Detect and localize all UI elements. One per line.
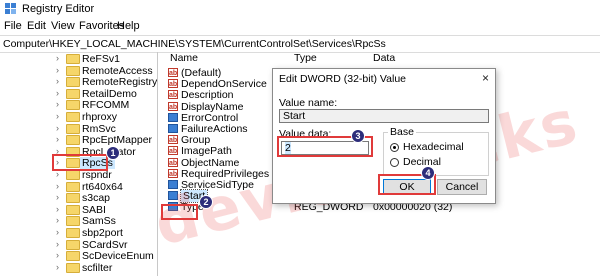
chevron-right-icon[interactable]: ›: [56, 215, 64, 225]
folder-icon: [66, 100, 80, 111]
column-data-header[interactable]: Data: [373, 52, 395, 66]
folder-icon: [66, 77, 80, 88]
value-name-text: Start: [283, 110, 306, 122]
string-value-icon: ab: [168, 168, 178, 178]
chevron-right-icon[interactable]: ›: [56, 111, 64, 121]
folder-icon: [66, 65, 80, 76]
step-badge-1: 1: [106, 146, 120, 160]
folder-icon: [66, 54, 80, 64]
tree-item-scfilter[interactable]: › scfilter: [0, 261, 157, 275]
folder-icon: [66, 239, 80, 250]
chevron-right-icon[interactable]: ›: [56, 134, 64, 144]
chevron-right-icon[interactable]: ›: [56, 204, 64, 214]
folder-icon: [66, 88, 80, 99]
string-value-icon: ab: [168, 79, 178, 89]
folder-icon: [66, 262, 80, 273]
column-name-header[interactable]: Name: [170, 52, 198, 66]
chevron-right-icon[interactable]: ›: [56, 99, 64, 109]
base-group: Base Hexadecimal Decimal: [383, 126, 489, 176]
decimal-radio[interactable]: [390, 158, 399, 167]
chevron-right-icon[interactable]: ›: [56, 76, 64, 86]
folder-icon: [66, 146, 80, 157]
menu-bar: File Edit View Favorites Help: [0, 18, 600, 35]
decimal-label[interactable]: Decimal: [403, 156, 441, 168]
close-icon[interactable]: ×: [482, 71, 489, 85]
chevron-right-icon[interactable]: ›: [56, 239, 64, 249]
address-bar[interactable]: Computer\HKEY_LOCAL_MACHINE\SYSTEM\Curre…: [0, 35, 600, 53]
chevron-right-icon[interactable]: ›: [56, 169, 64, 179]
edit-dword-dialog: Edit DWORD (32-bit) Value × Value name: …: [272, 68, 496, 204]
chevron-right-icon[interactable]: ›: [56, 192, 64, 202]
binary-value-icon: [168, 124, 178, 133]
hexadecimal-radio[interactable]: [390, 143, 399, 152]
binary-value-icon: [168, 180, 178, 189]
chevron-right-icon[interactable]: ›: [56, 123, 64, 133]
value-name-label: Value name:: [279, 97, 338, 109]
binary-value-icon: [168, 112, 178, 122]
menu-view[interactable]: View: [51, 20, 75, 32]
chevron-right-icon[interactable]: ›: [56, 227, 64, 237]
chevron-right-icon[interactable]: ›: [56, 250, 64, 260]
step-badge-3: 3: [351, 129, 365, 143]
menu-file[interactable]: File: [4, 20, 22, 32]
window-title: Registry Editor: [22, 3, 95, 15]
folder-icon: [66, 193, 80, 204]
folder-icon: [66, 216, 80, 227]
folder-icon: [66, 135, 80, 146]
folder-icon: [66, 123, 80, 134]
menu-help[interactable]: Help: [117, 20, 140, 32]
value-data-input[interactable]: 2: [281, 141, 369, 155]
tree-item-label: scfilter: [82, 261, 113, 274]
cancel-button[interactable]: Cancel: [437, 179, 487, 195]
step-badge-2: 2: [199, 195, 213, 209]
chevron-right-icon[interactable]: ›: [56, 53, 64, 63]
folder-icon: [66, 204, 80, 215]
string-value-icon: ab: [168, 90, 178, 100]
ok-button[interactable]: OK: [383, 179, 431, 195]
value-data-label: Value data:: [279, 128, 332, 140]
menu-edit[interactable]: Edit: [27, 20, 46, 32]
registry-icon: [5, 3, 16, 14]
chevron-right-icon[interactable]: ›: [56, 88, 64, 98]
chevron-right-icon[interactable]: ›: [56, 262, 64, 272]
string-value-icon: ab: [168, 135, 178, 145]
string-value-icon: ab: [168, 68, 178, 77]
hexadecimal-label[interactable]: Hexadecimal: [403, 141, 464, 153]
title-bar: Registry Editor: [0, 0, 600, 18]
string-value-icon: ab: [168, 101, 178, 111]
chevron-right-icon[interactable]: ›: [56, 181, 64, 191]
folder-icon: [66, 251, 80, 262]
value-data-text: 2: [285, 142, 291, 154]
folder-icon: [66, 158, 80, 169]
chevron-right-icon[interactable]: ›: [56, 146, 64, 156]
binary-value-icon: [168, 191, 178, 201]
address-path: Computer\HKEY_LOCAL_MACHINE\SYSTEM\Curre…: [3, 38, 386, 50]
value-name-field: Start: [279, 109, 489, 123]
dialog-title: Edit DWORD (32-bit) Value: [279, 73, 407, 85]
folder-icon: [66, 181, 80, 192]
folder-icon: [66, 112, 80, 122]
step-badge-4: 4: [421, 166, 435, 180]
string-value-icon: ab: [168, 146, 178, 156]
chevron-right-icon[interactable]: ›: [56, 65, 64, 75]
base-label: Base: [388, 126, 416, 138]
key-tree[interactable]: › ReFSv1 › RemoteAccess › RemoteRegistry › Reta…: [0, 52, 158, 276]
chevron-right-icon[interactable]: ›: [56, 157, 64, 167]
folder-icon: [66, 170, 80, 180]
column-type-header[interactable]: Type: [294, 52, 317, 66]
string-value-icon: ab: [168, 157, 178, 167]
folder-icon: [66, 228, 80, 238]
binary-value-icon: [168, 202, 178, 212]
